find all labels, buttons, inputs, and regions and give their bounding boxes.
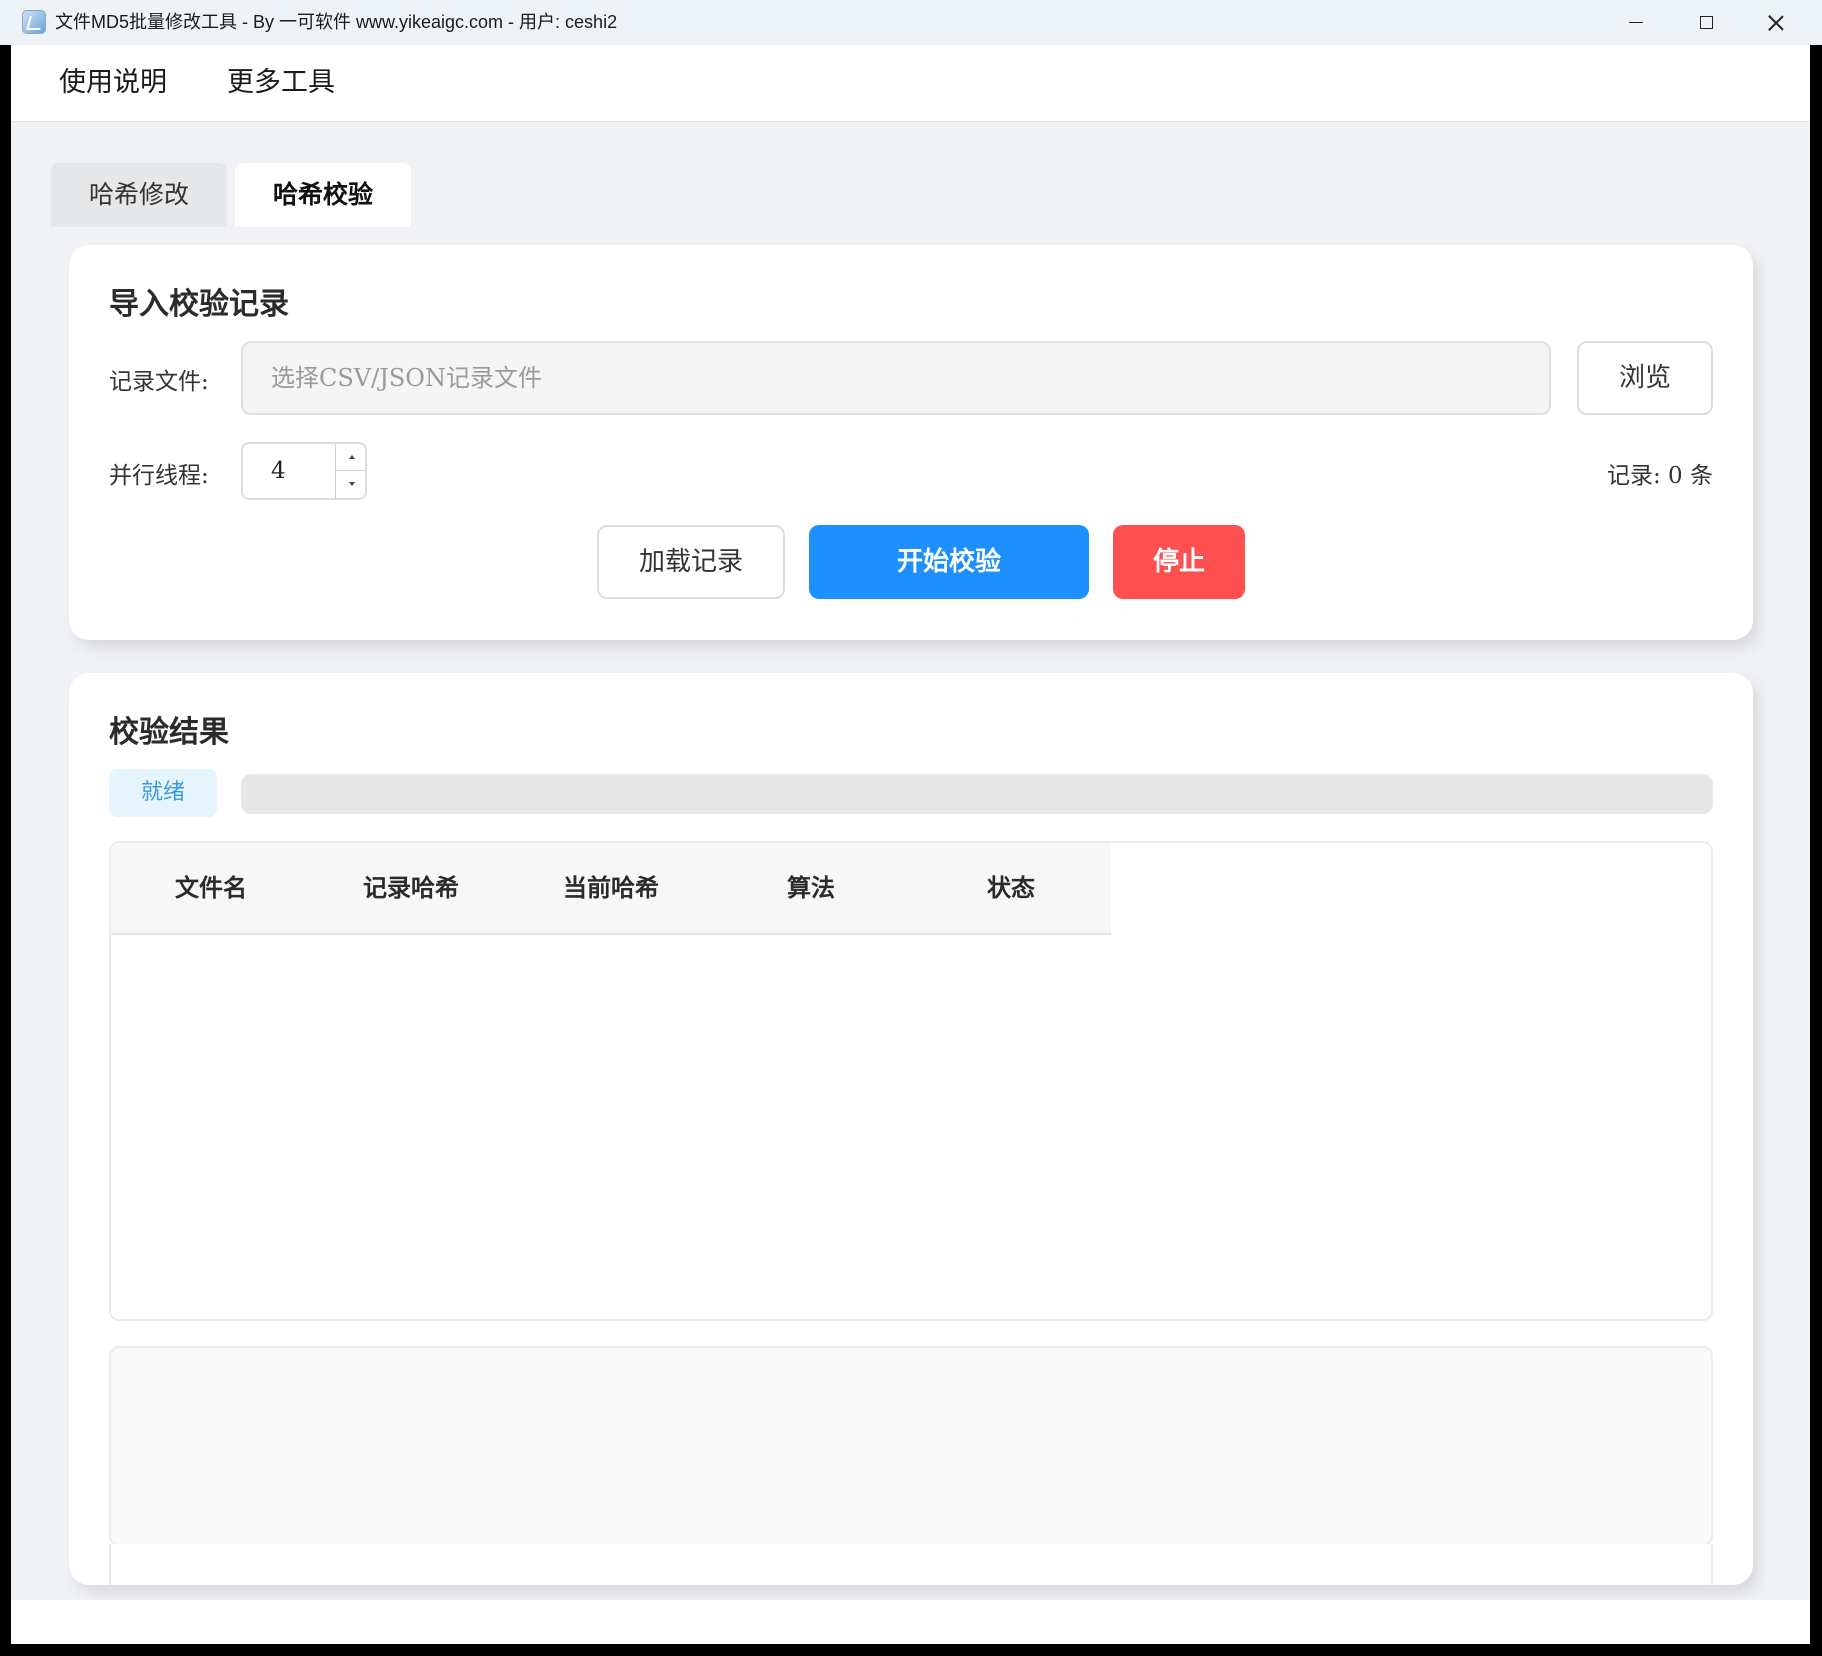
maximize-button[interactable] xyxy=(1671,0,1741,45)
table-header: 文件名 记录哈希 当前哈希 算法 状态 xyxy=(111,843,1111,935)
spinner-down-icon[interactable] xyxy=(335,471,367,498)
client-area: 使用说明 更多工具 哈希修改 哈希校验 导入校验记录 记录文件: 浏览 并行线程… xyxy=(11,45,1810,1600)
tab-hash-modify[interactable]: 哈希修改 xyxy=(51,163,227,227)
status-badge: 就绪 xyxy=(109,769,217,817)
browse-button[interactable]: 浏览 xyxy=(1577,341,1713,415)
results-section-title: 校验结果 xyxy=(109,715,229,750)
close-button[interactable] xyxy=(1741,0,1811,45)
verify-results-card: 校验结果 就绪 文件名 记录哈希 当前哈希 算法 状态 xyxy=(69,673,1753,1585)
spinner-up-icon[interactable] xyxy=(335,444,367,471)
threads-label: 并行线程: xyxy=(109,463,209,489)
title-bar[interactable]: 文件MD5批量修改工具 - By 一可软件 www.yikeaigc.com -… xyxy=(0,0,1822,45)
start-verify-button[interactable]: 开始校验 xyxy=(809,525,1089,599)
minimize-button[interactable] xyxy=(1601,0,1671,45)
status-strip xyxy=(11,1600,1810,1644)
column-header-recorded-hash[interactable]: 记录哈希 xyxy=(311,843,511,933)
import-records-card: 导入校验记录 记录文件: 浏览 并行线程: 4 记录: 0 条 加载记录 开始校… xyxy=(69,245,1753,640)
column-header-current-hash[interactable]: 当前哈希 xyxy=(511,843,711,933)
minimize-icon xyxy=(1629,21,1643,24)
threads-spinner[interactable]: 4 xyxy=(241,442,367,500)
column-header-status[interactable]: 状态 xyxy=(911,843,1111,933)
column-header-filename[interactable]: 文件名 xyxy=(111,843,311,933)
menu-bar: 使用说明 更多工具 xyxy=(11,45,1810,122)
log-output[interactable] xyxy=(109,1346,1713,1546)
threads-value[interactable]: 4 xyxy=(271,444,286,498)
import-section-title: 导入校验记录 xyxy=(109,287,289,322)
close-icon xyxy=(1767,14,1785,32)
load-records-button[interactable]: 加载记录 xyxy=(597,525,785,599)
results-table[interactable]: 文件名 记录哈希 当前哈希 算法 状态 xyxy=(109,841,1713,1321)
tab-hash-verify[interactable]: 哈希校验 xyxy=(235,163,411,227)
column-header-algorithm[interactable]: 算法 xyxy=(711,843,911,933)
menu-item-help[interactable]: 使用说明 xyxy=(59,45,167,121)
lower-panel xyxy=(109,1544,1713,1585)
record-file-input[interactable] xyxy=(241,341,1551,415)
progress-bar xyxy=(241,774,1713,814)
menu-item-more-tools[interactable]: 更多工具 xyxy=(227,45,335,121)
stop-button[interactable]: 停止 xyxy=(1113,525,1245,599)
app-icon xyxy=(22,10,46,34)
record-file-label: 记录文件: xyxy=(109,369,209,395)
maximize-icon xyxy=(1699,16,1713,29)
app-window: 文件MD5批量修改工具 - By 一可软件 www.yikeaigc.com -… xyxy=(0,0,1822,1656)
record-count-text: 记录: 0 条 xyxy=(1606,463,1713,489)
window-title: 文件MD5批量修改工具 - By 一可软件 www.yikeaigc.com -… xyxy=(55,12,618,32)
